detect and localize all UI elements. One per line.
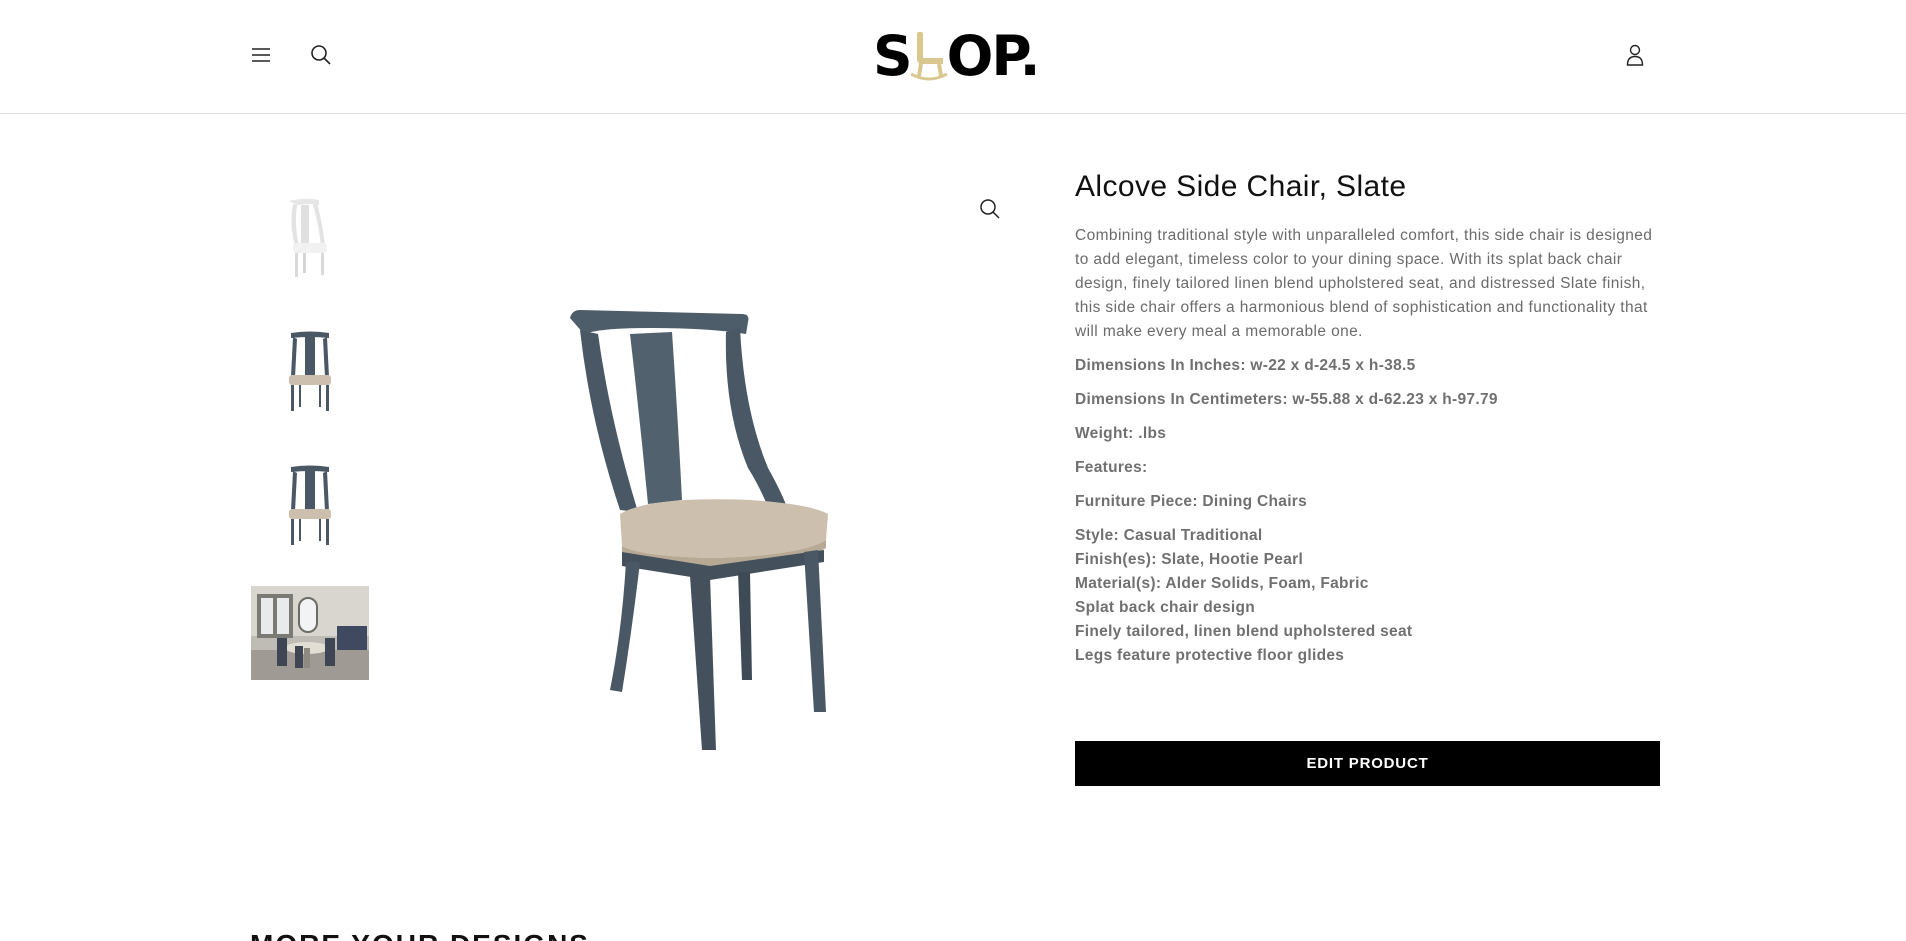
- furniture-piece: Furniture Piece: Dining Chairs: [1075, 493, 1308, 510]
- zoom-button[interactable]: [970, 189, 1010, 229]
- chair-white-thumbnail[interactable]: [251, 190, 369, 284]
- chair-slate-front-2-thumbnail[interactable]: [251, 458, 369, 552]
- product-info: Alcove Side Chair, Slate Combining tradi…: [1075, 170, 1660, 668]
- product-weight: Weight: .lbs: [1075, 425, 1167, 442]
- product-description: Combining traditional style with unparal…: [1075, 227, 1653, 340]
- dimensions-inches: Dimensions In Inches: w-22 x d-24.5 x h-…: [1075, 357, 1416, 374]
- menu-button[interactable]: [241, 35, 281, 75]
- chair-slate-front-image: [289, 331, 331, 411]
- dining-room-scene-thumbnail[interactable]: [251, 586, 369, 680]
- rocking-chair-logo-icon: [909, 32, 948, 81]
- detail-style: Style: Casual Traditional: [1075, 527, 1263, 544]
- thumbnail-list: [251, 190, 369, 720]
- features-label: Features:: [1075, 459, 1148, 476]
- main-product-image[interactable]: [560, 300, 890, 750]
- dining-room-scene-image: [251, 586, 369, 680]
- zoom-icon: [980, 199, 1000, 219]
- product-title: Alcove Side Chair, Slate: [1075, 170, 1407, 203]
- chair-slate-front-2-image: [289, 465, 331, 545]
- dimensions-centimeters: Dimensions In Centimeters: w-55.88 x d-6…: [1075, 391, 1498, 408]
- detail-materials: Material(s): Alder Solids, Foam, Fabric: [1075, 575, 1369, 592]
- product-details-list: Style: Casual Traditional Finish(es): Sl…: [1075, 524, 1660, 668]
- account-button[interactable]: [1615, 35, 1655, 75]
- chair-slate-front-thumbnail[interactable]: [251, 324, 369, 418]
- search-button[interactable]: [301, 35, 341, 75]
- detail-upholstered-seat: Finely tailored, linen blend upholstered…: [1075, 623, 1413, 640]
- chair-white-image: [289, 198, 327, 277]
- site-header: S OP.: [0, 0, 1906, 114]
- detail-floor-glides: Legs feature protective floor glides: [1075, 647, 1345, 664]
- menu-icon: [252, 48, 270, 62]
- search-icon: [311, 45, 331, 65]
- logo-letters-op: OP.: [946, 24, 1041, 88]
- edit-product-button[interactable]: EDIT PRODUCT: [1075, 741, 1660, 786]
- detail-finishes: Finish(es): Slate, Hootie Pearl: [1075, 551, 1304, 568]
- logo-letter-s: S: [873, 24, 913, 88]
- shop-logo[interactable]: S OP.: [873, 24, 1041, 88]
- account-icon: [1626, 44, 1644, 66]
- detail-splat-back: Splat back chair design: [1075, 599, 1256, 616]
- more-designs-heading: MORE YOUR DESIGNS: [250, 929, 590, 941]
